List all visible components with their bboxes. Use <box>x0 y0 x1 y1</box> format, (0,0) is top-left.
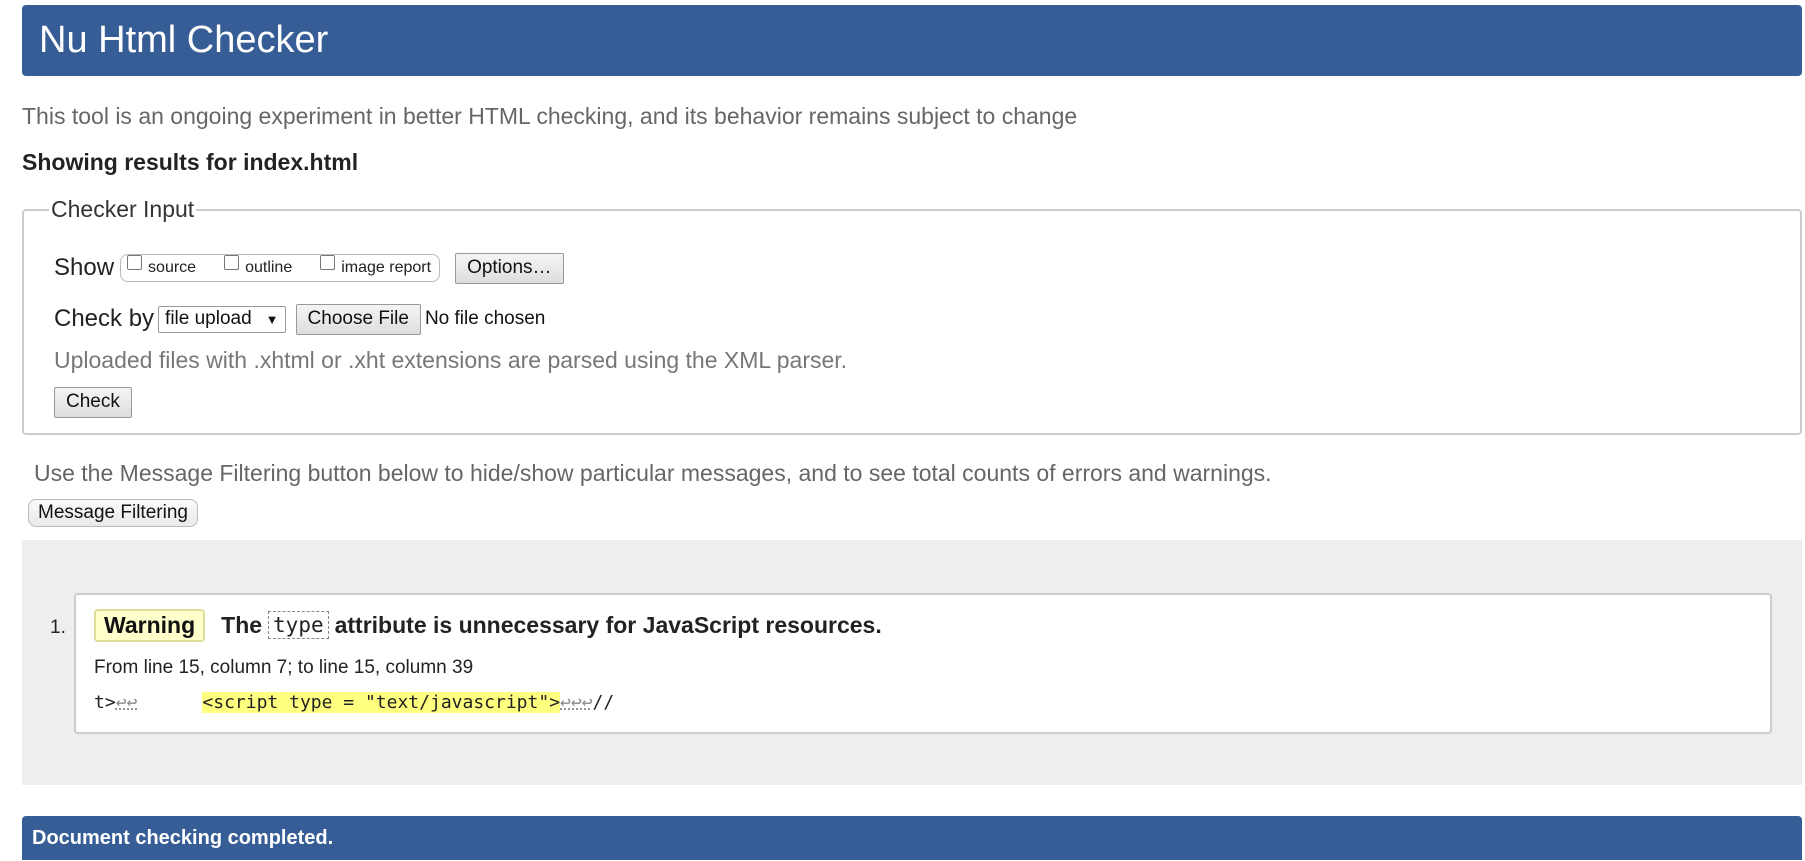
code-extract: t>↩↩ <script type = "text/javascript">↩↩… <box>94 692 614 713</box>
checker-input-legend: Checker Input <box>51 196 195 222</box>
options-button[interactable]: Options… <box>455 253 564 284</box>
showing-results-heading: Showing results for index.html <box>22 149 359 175</box>
outline-checkbox[interactable] <box>224 255 240 271</box>
file-status-text: No file chosen <box>424 308 546 330</box>
image-report-checkbox-label[interactable]: image report <box>341 259 431 277</box>
outline-checkbox-label[interactable]: outline <box>245 259 292 277</box>
message-text-after: attribute is unnecessary for JavaScript … <box>334 611 882 638</box>
checker-input-fieldset: Checker Input Show source outline image … <box>22 196 1802 435</box>
choose-file-button[interactable]: Choose File <box>295 304 421 335</box>
page: Nu Html Checker This tool is an ongoing … <box>0 0 1805 861</box>
extract-suffix: // <box>592 692 615 713</box>
show-image-report-option[interactable]: image report <box>320 255 431 277</box>
message-filtering-button[interactable]: Message Filtering <box>28 499 198 527</box>
message-text-before: The <box>221 611 263 638</box>
message-code-word: type <box>268 611 329 640</box>
show-label: Show <box>54 254 115 282</box>
show-outline-option[interactable]: outline <box>224 255 292 277</box>
footer-status-bar: Document checking completed. <box>22 816 1802 860</box>
check-by-select[interactable]: file upload ▼ <box>158 305 286 333</box>
result-number: 1. <box>50 617 66 638</box>
show-row: Show source outline image report Options… <box>54 253 564 284</box>
check-by-selected-value[interactable]: file upload <box>165 308 252 330</box>
upload-note: Uploaded files with .xhtml or .xht exten… <box>54 347 848 373</box>
page-title: Nu Html Checker <box>39 19 329 61</box>
show-source-option[interactable]: source <box>127 255 196 277</box>
footer-status-text: Document checking completed. <box>32 827 334 849</box>
filter-note: Use the Message Filtering button below t… <box>34 460 1272 486</box>
tagline-text: This tool is an ongoing experiment in be… <box>22 103 1078 129</box>
show-options-group: source outline image report <box>120 254 441 283</box>
result-item: Warning The type attribute is unnecessar… <box>74 593 1772 734</box>
extract-gap <box>137 692 202 713</box>
extract-highlight: <script type = "text/javascript"> <box>202 692 561 713</box>
extract-prefix: t> <box>94 692 116 713</box>
warning-badge: Warning <box>94 609 206 642</box>
header-bar: Nu Html Checker <box>22 5 1802 76</box>
check-button[interactable]: Check <box>54 387 132 418</box>
dropdown-arrow-icon[interactable]: ▼ <box>266 312 279 327</box>
source-checkbox[interactable] <box>127 255 143 271</box>
extract-suffix-return-icons: ↩↩↩ <box>560 692 593 713</box>
check-by-row: Check by file upload ▼ Choose File No fi… <box>54 304 545 335</box>
result-location[interactable]: From line 15, column 7; to line 15, colu… <box>94 657 473 679</box>
check-by-label: Check by <box>54 305 155 333</box>
check-button-wrapper: Check <box>54 387 132 418</box>
result-message: Warning The type attribute is unnecessar… <box>94 609 882 642</box>
results-panel: 1. Warning The type attribute is unneces… <box>22 540 1802 785</box>
image-report-checkbox[interactable] <box>320 255 336 271</box>
source-checkbox-label[interactable]: source <box>148 259 196 277</box>
extract-prefix-return-icons: ↩↩ <box>115 692 138 713</box>
